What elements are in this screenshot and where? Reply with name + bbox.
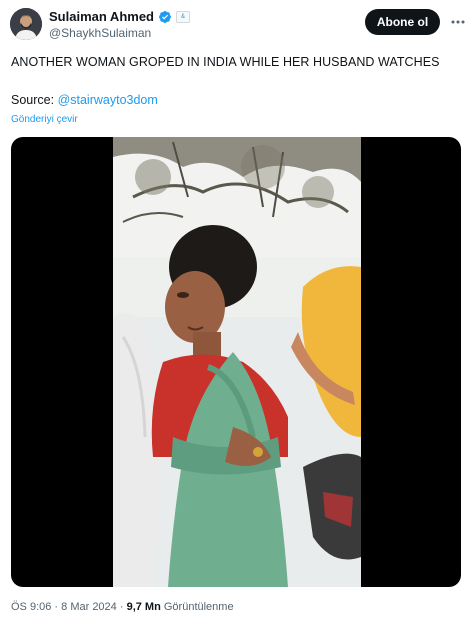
tweet-meta: ÖS 9:06 · 8 Mar 2024 · 9,7 Mn Görüntülen…: [11, 601, 234, 613]
affiliation-badge-icon[interactable]: &: [175, 10, 190, 23]
tweet-card: Sulaiman Ahmed & @ShaykhSulaiman Abone o…: [0, 0, 474, 623]
translate-link[interactable]: Gönderiyi çevir: [11, 114, 78, 125]
meta-separator: ·: [51, 601, 62, 613]
views-label: Görüntülenme: [160, 601, 234, 613]
source-prefix: Source:: [11, 93, 58, 107]
verified-badge-icon[interactable]: [158, 10, 172, 24]
source-line: Source: @stairwayto3dom: [11, 93, 158, 107]
more-options-icon[interactable]: [448, 12, 468, 32]
author-handle[interactable]: @ShaykhSulaiman: [49, 26, 151, 40]
source-link[interactable]: @stairwayto3dom: [58, 93, 158, 107]
views-count: 9,7 Mn: [126, 601, 161, 613]
follow-button[interactable]: Abone ol: [365, 9, 440, 35]
video-frame[interactable]: [113, 137, 361, 587]
tweet-text: ANOTHER WOMAN GROPED IN INDIA WHILE HER …: [11, 55, 440, 69]
avatar-image: [10, 8, 42, 40]
tweet-time[interactable]: ÖS 9:06: [11, 601, 51, 613]
video-thumbnail: [113, 137, 361, 587]
author-name[interactable]: Sulaiman Ahmed: [49, 9, 154, 24]
meta-separator: ·: [116, 601, 127, 613]
tweet-date[interactable]: 8 Mar 2024: [61, 601, 117, 613]
video-player[interactable]: [11, 137, 461, 587]
author-name-row: Sulaiman Ahmed &: [49, 9, 190, 24]
avatar[interactable]: [10, 8, 42, 40]
